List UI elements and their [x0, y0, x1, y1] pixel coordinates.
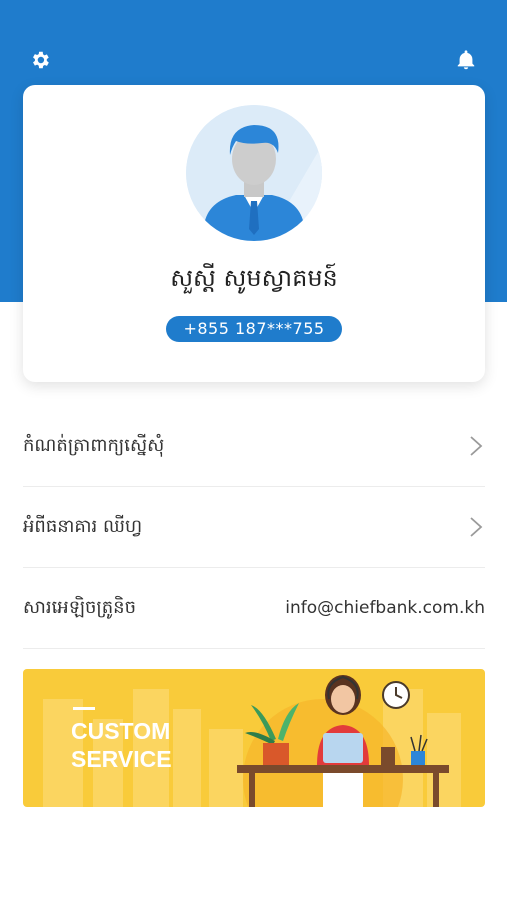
notifications-button[interactable] [452, 46, 480, 74]
menu-item-label: សារអេឡិចត្រូនិច [23, 596, 137, 618]
avatar[interactable] [186, 105, 322, 241]
menu-item-label: អំពីធនាគារ ឈីហ្វ [23, 515, 143, 537]
chevron-right-icon [470, 436, 483, 456]
menu-item-label: កំណត់ត្រាពាក្យស្នើសុំ [23, 434, 165, 456]
banner-title: CUSTOM SERVICE [71, 717, 172, 773]
bell-icon [457, 50, 475, 70]
chevron-right-icon [470, 517, 483, 537]
user-avatar-icon [186, 105, 322, 241]
customer-service-banner[interactable]: CUSTOM SERVICE [23, 669, 485, 807]
banner-title-line1: CUSTOM [71, 718, 171, 744]
phone-number-badge: +855 187***755 [166, 316, 342, 342]
gear-icon [33, 51, 49, 69]
email-value[interactable]: info@chiefbank.com.kh [285, 598, 485, 618]
profile-card: សួស្តី សូមស្វាគមន៍ +855 187***755 [23, 85, 485, 382]
greeting-text: សួស្តី សូមស្វាគមន៍ [170, 264, 338, 292]
banner-title-line2: SERVICE [71, 746, 172, 772]
menu-item-application-records[interactable]: កំណត់ត្រាពាក្យស្នើសុំ [23, 406, 485, 487]
settings-button[interactable] [26, 46, 54, 74]
menu-item-email[interactable]: សារអេឡិចត្រូនិច info@chiefbank.com.kh [23, 568, 485, 649]
menu-item-about-bank[interactable]: អំពីធនាគារ ឈីហ្វ [23, 487, 485, 568]
banner-accent-line [73, 707, 95, 710]
menu-list: កំណត់ត្រាពាក្យស្នើសុំ អំពីធនាគារ ឈីហ្វ ស… [23, 406, 485, 649]
